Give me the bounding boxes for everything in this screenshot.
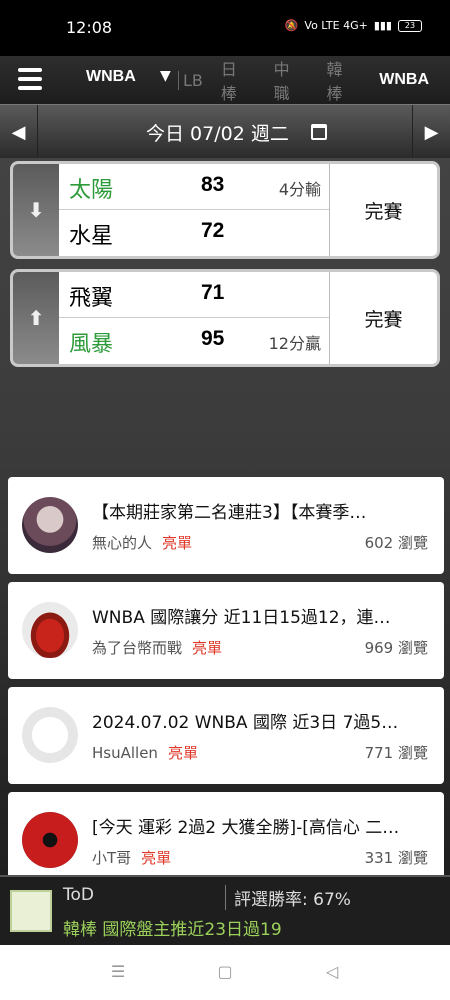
game-status: 完賽 <box>329 164 437 256</box>
system-nav-bar: ☰ ▢ ◁ <box>0 945 450 1000</box>
avatar[interactable] <box>22 602 78 658</box>
post-tag: 亮單 <box>192 639 223 657</box>
game-status: 完賽 <box>329 272 437 364</box>
team-score: 71 <box>201 281 225 304</box>
avatar[interactable] <box>22 497 78 553</box>
post-title: 2024.07.02 WNBA 國際 近3日 7過5… <box>92 713 399 733</box>
avatar[interactable] <box>22 707 78 763</box>
prev-day-button[interactable]: ◀ <box>0 105 38 159</box>
post-views: 969 瀏覽 <box>364 639 428 657</box>
post-tag: 亮單 <box>162 534 193 552</box>
recent-apps-icon[interactable]: ☰ <box>108 962 128 982</box>
author-name: HsuAllen <box>92 744 158 762</box>
team-score: 83 <box>201 173 225 196</box>
post-tag: 亮單 <box>141 849 172 867</box>
post-views: 602 瀏覽 <box>364 534 428 552</box>
league-tabs: LB 日棒 中職 韓棒 WNBA <box>178 56 450 104</box>
signal-icon: ▮▮▮ <box>373 19 392 32</box>
score-margin: 12分贏 <box>268 334 321 353</box>
post-title: WNBA 國際讓分 近11日15過12，連… <box>92 608 391 628</box>
post-author[interactable]: 為了台幣而戰 亮單 <box>92 637 222 658</box>
author-name: 為了台幣而戰 <box>92 639 183 657</box>
back-icon[interactable]: ◁ <box>322 962 342 982</box>
content-area: ⬇ 太陽 83 4分輸 水星 72 完賽 ⬆ 飛翼 71 風暴 95 12分贏 … <box>0 158 450 889</box>
tab-npb[interactable]: 日棒 <box>221 56 253 104</box>
team-name: 太陽 <box>69 178 114 203</box>
ticker-text: 韓棒 國際盤主推近23日過19 <box>63 920 282 940</box>
ticker-name: ToD <box>63 885 94 905</box>
post-card[interactable]: 2024.07.02 WNBA 國際 近3日 7過5… HsuAllen 亮單 7… <box>8 687 444 784</box>
ticker-bar[interactable]: ToD 評選勝率: 67% 韓棒 國際盤主推近23日過19 <box>0 875 450 945</box>
game-card[interactable]: ⬆ 飛翼 71 風暴 95 12分贏 完賽 <box>10 269 440 367</box>
calendar-icon[interactable] <box>311 124 327 140</box>
date-label[interactable]: 今日 07/02 週二 <box>146 119 289 146</box>
post-author[interactable]: HsuAllen 亮單 <box>92 742 198 763</box>
team-row: 水星 72 <box>59 210 329 256</box>
avatar <box>10 890 52 932</box>
team-name: 水星 <box>69 224 114 249</box>
tab-wnba[interactable]: WNBA <box>379 71 429 89</box>
mute-icon: 🔕 <box>284 19 299 32</box>
arrow-up-icon: ⬆ <box>13 272 59 364</box>
post-card[interactable]: WNBA 國際讓分 近11日15過12，連… 為了台幣而戰 亮單 969 瀏覽 <box>8 582 444 679</box>
status-time: 12:08 <box>66 18 113 37</box>
next-day-button[interactable]: ▶ <box>412 105 450 159</box>
tab-cpbl[interactable]: 中職 <box>274 56 306 104</box>
date-bar: ◀ 今日 07/02 週二 ▶ <box>0 104 450 159</box>
hamburger-menu-icon[interactable] <box>18 66 42 92</box>
team-score: 72 <box>201 219 225 242</box>
ticker-win-rate: 評選勝率: 67% <box>225 885 351 910</box>
post-author[interactable]: 小T哥 亮單 <box>92 847 171 868</box>
status-icons: 🔕 Vo LTE 4G+ ▮▮▮ 23 <box>285 19 422 32</box>
home-icon[interactable]: ▢ <box>215 962 235 982</box>
post-tag: 亮單 <box>167 744 198 762</box>
arrow-down-icon: ⬇ <box>13 164 59 256</box>
team-row: 風暴 95 12分贏 <box>59 318 329 364</box>
score-margin: 4分輸 <box>278 180 321 199</box>
post-views: 771 瀏覽 <box>364 744 428 762</box>
team-row: 飛翼 71 <box>59 272 329 318</box>
team-name: 風暴 <box>69 332 114 357</box>
team-name: 飛翼 <box>69 286 114 311</box>
post-author[interactable]: 無心的人 亮單 <box>92 532 192 553</box>
league-select[interactable]: WNBA <box>86 68 136 86</box>
battery-icon: 23 <box>398 19 422 32</box>
top-nav: WNBA ▼ LB 日棒 中職 韓棒 WNBA <box>0 56 450 104</box>
dropdown-arrow-icon[interactable]: ▼ <box>160 68 171 84</box>
author-name: 小T哥 <box>92 849 132 867</box>
post-card[interactable]: 【本期莊家第二名連莊3】【本賽季… 無心的人 亮單 602 瀏覽 <box>8 477 444 574</box>
tab-kbo[interactable]: 韓棒 <box>326 56 358 104</box>
team-row: 太陽 83 4分輸 <box>59 164 329 210</box>
signal-text: Vo LTE 4G+ <box>304 19 368 32</box>
post-title: [今天 運彩 2過2 大獲全勝]-[高信心 二… <box>92 818 400 838</box>
status-bar: 12:08 🔕 Vo LTE 4G+ ▮▮▮ 23 <box>0 0 450 56</box>
post-title: 【本期莊家第二名連莊3】【本賽季… <box>92 503 367 523</box>
avatar[interactable] <box>22 812 78 868</box>
team-score: 95 <box>201 327 225 350</box>
author-name: 無心的人 <box>92 534 153 552</box>
game-card[interactable]: ⬇ 太陽 83 4分輸 水星 72 完賽 <box>10 161 440 259</box>
post-views: 331 瀏覽 <box>364 849 428 867</box>
tab-lb[interactable]: LB <box>178 70 203 90</box>
